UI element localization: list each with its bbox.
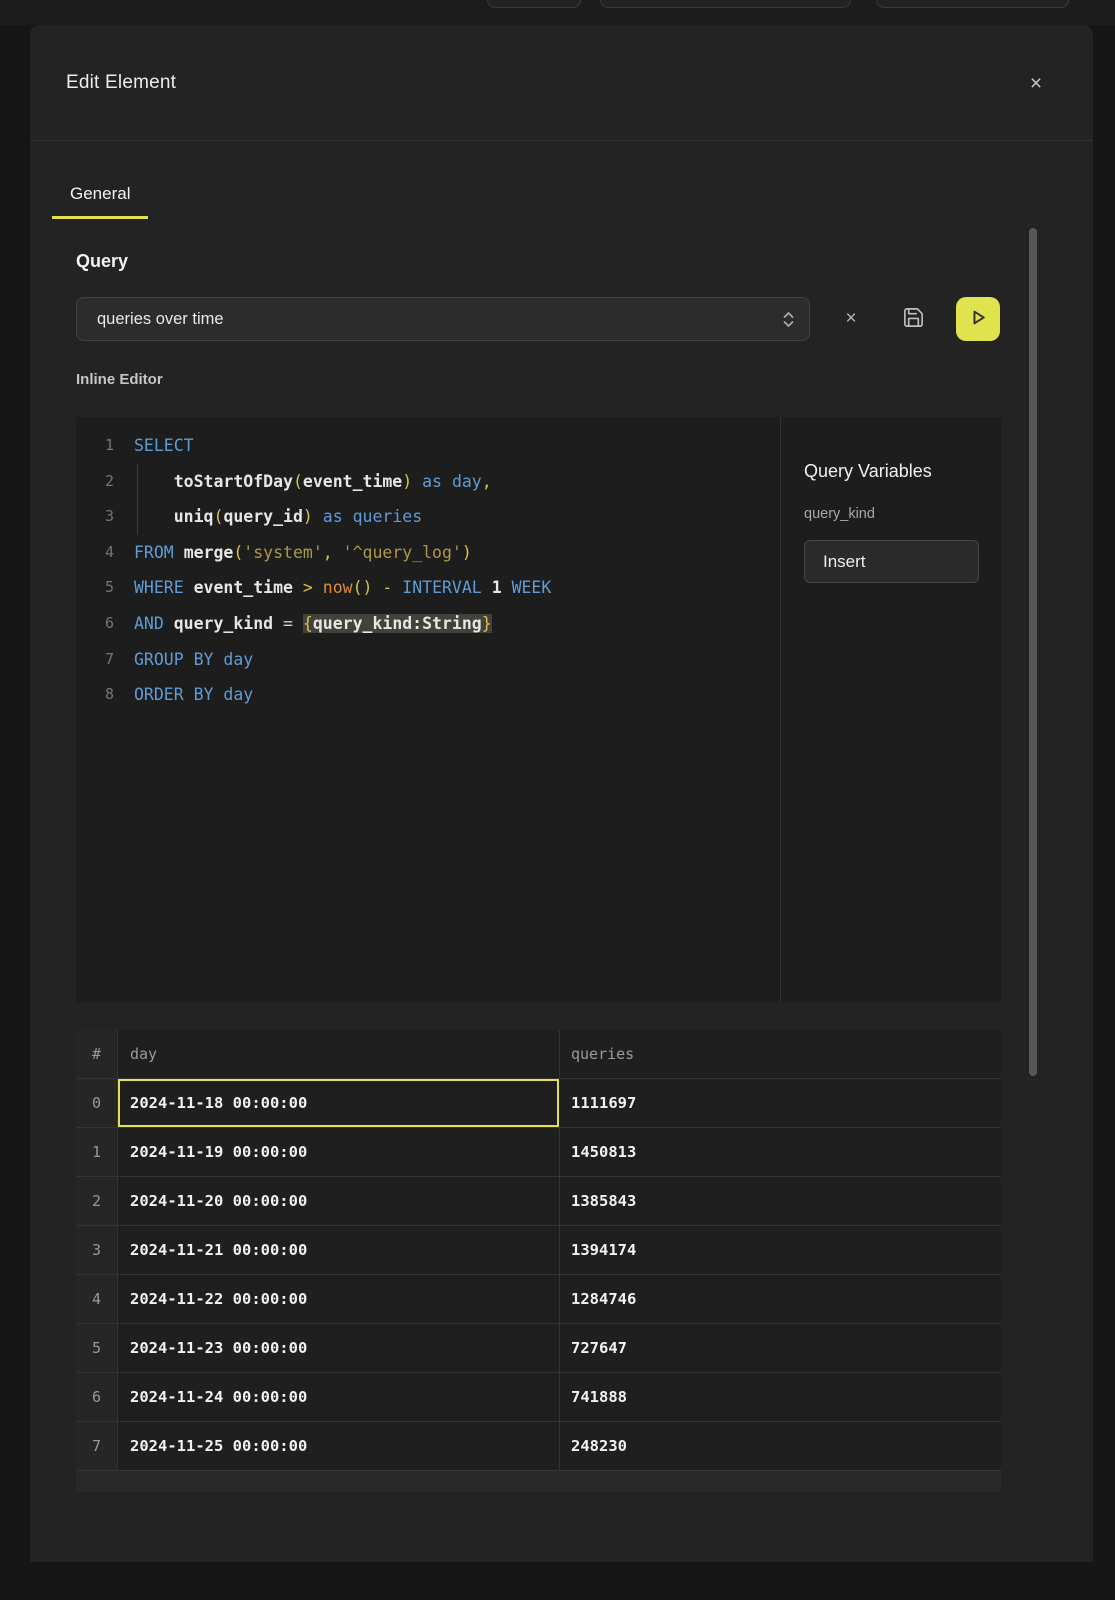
line-number: 8 bbox=[76, 677, 114, 713]
query-select-row: queries over time × bbox=[76, 297, 1001, 341]
day-cell[interactable]: 2024-11-19 00:00:00 bbox=[118, 1128, 560, 1176]
screen: Edit Element × General Query queries ove… bbox=[0, 0, 1115, 1600]
row-index-cell: 3 bbox=[76, 1226, 118, 1274]
save-icon bbox=[902, 306, 925, 332]
queries-cell[interactable]: 1394174 bbox=[560, 1226, 1001, 1274]
background-button-2 bbox=[600, 0, 851, 8]
queries-cell[interactable]: 1385843 bbox=[560, 1177, 1001, 1225]
query-select-value: queries over time bbox=[97, 310, 782, 329]
day-cell[interactable]: 2024-11-22 00:00:00 bbox=[118, 1275, 560, 1323]
sql-editor: 1 SELECT 2 toStartOfDay(event_time) as d… bbox=[76, 417, 1001, 1002]
line-number: 3 bbox=[76, 499, 114, 535]
query-variables-panel: Query Variables query_kind Insert bbox=[780, 417, 1001, 1002]
day-cell[interactable]: 2024-11-21 00:00:00 bbox=[118, 1226, 560, 1274]
line-number: 2 bbox=[76, 464, 114, 500]
code-line: 7 GROUP BY day bbox=[76, 642, 780, 678]
code-text: uniq(query_id) as queries bbox=[134, 499, 422, 535]
save-query-button[interactable] bbox=[899, 305, 927, 333]
queries-cell[interactable]: 1111697 bbox=[560, 1079, 1001, 1127]
table-scroll-track[interactable] bbox=[76, 1470, 1001, 1492]
table-row: 3 2024-11-21 00:00:00 1394174 bbox=[76, 1225, 1001, 1274]
chevron-updown-icon bbox=[782, 310, 795, 329]
row-index-cell: 1 bbox=[76, 1128, 118, 1176]
code-text: toStartOfDay(event_time) as day, bbox=[134, 464, 492, 500]
results-table: # day queries 0 2024-11-18 00:00:00 1111… bbox=[76, 1030, 1001, 1492]
queries-cell[interactable]: 727647 bbox=[560, 1324, 1001, 1372]
code-text: WHERE event_time > now() - INTERVAL 1 WE… bbox=[134, 570, 551, 606]
code-line: 4 FROM merge('system', '^query_log') bbox=[76, 535, 780, 571]
day-cell[interactable]: 2024-11-23 00:00:00 bbox=[118, 1324, 560, 1372]
code-line: 6 AND query_kind = {query_kind:String} bbox=[76, 606, 780, 642]
row-index-cell: 2 bbox=[76, 1177, 118, 1225]
column-header-day: day bbox=[118, 1030, 560, 1078]
column-header-index: # bbox=[76, 1030, 118, 1078]
line-number: 6 bbox=[76, 606, 114, 642]
code-text: SELECT bbox=[134, 428, 194, 464]
queries-cell[interactable]: 741888 bbox=[560, 1373, 1001, 1421]
table-row: 0 2024-11-18 00:00:00 1111697 bbox=[76, 1078, 1001, 1127]
play-icon bbox=[970, 309, 987, 329]
code-text: ORDER BY day bbox=[134, 677, 253, 713]
query-select[interactable]: queries over time bbox=[76, 297, 810, 341]
table-row: 5 2024-11-23 00:00:00 727647 bbox=[76, 1323, 1001, 1372]
day-cell[interactable]: 2024-11-20 00:00:00 bbox=[118, 1177, 560, 1225]
queries-cell[interactable]: 1450813 bbox=[560, 1128, 1001, 1176]
clear-icon: × bbox=[845, 308, 856, 330]
table-row: 6 2024-11-24 00:00:00 741888 bbox=[76, 1372, 1001, 1421]
column-header-queries: queries bbox=[560, 1030, 1001, 1078]
close-icon: × bbox=[1030, 72, 1042, 95]
code-text: FROM merge('system', '^query_log') bbox=[134, 535, 472, 571]
day-cell[interactable]: 2024-11-24 00:00:00 bbox=[118, 1373, 560, 1421]
row-index-cell: 4 bbox=[76, 1275, 118, 1323]
table-row: 2 2024-11-20 00:00:00 1385843 bbox=[76, 1176, 1001, 1225]
code-text: AND query_kind = {query_kind:String} bbox=[134, 606, 492, 642]
table-header-row: # day queries bbox=[76, 1030, 1001, 1078]
insert-variable-button[interactable]: Insert bbox=[804, 540, 979, 583]
query-variables-heading: Query Variables bbox=[804, 461, 979, 482]
day-cell[interactable]: 2024-11-18 00:00:00 bbox=[118, 1079, 560, 1127]
table-body: 0 2024-11-18 00:00:00 1111697 1 2024-11-… bbox=[76, 1078, 1001, 1470]
code-line: 2 toStartOfDay(event_time) as day, bbox=[76, 464, 780, 500]
dialog-scrollbar-thumb[interactable] bbox=[1029, 228, 1037, 1076]
row-index-cell: 7 bbox=[76, 1422, 118, 1470]
code-line: 3 uniq(query_id) as queries bbox=[76, 499, 780, 535]
run-query-button[interactable] bbox=[956, 297, 1000, 341]
close-button[interactable]: × bbox=[1021, 69, 1051, 99]
code-lines: 1 SELECT 2 toStartOfDay(event_time) as d… bbox=[76, 428, 780, 713]
row-index-cell: 0 bbox=[76, 1079, 118, 1127]
variable-name-label: query_kind bbox=[804, 506, 979, 522]
line-number: 7 bbox=[76, 642, 114, 678]
queries-cell[interactable]: 1284746 bbox=[560, 1275, 1001, 1323]
code-text: GROUP BY day bbox=[134, 642, 253, 678]
row-index-cell: 6 bbox=[76, 1373, 118, 1421]
line-number: 5 bbox=[76, 570, 114, 606]
inline-editor-label: Inline Editor bbox=[76, 371, 163, 388]
background-button-1 bbox=[487, 0, 581, 8]
code-line: 1 SELECT bbox=[76, 428, 780, 464]
line-number: 4 bbox=[76, 535, 114, 571]
day-cell[interactable]: 2024-11-25 00:00:00 bbox=[118, 1422, 560, 1470]
code-editor-area[interactable]: 1 SELECT 2 toStartOfDay(event_time) as d… bbox=[76, 417, 780, 1002]
dialog-header: Edit Element × bbox=[30, 25, 1093, 141]
table-row: 4 2024-11-22 00:00:00 1284746 bbox=[76, 1274, 1001, 1323]
row-index-cell: 5 bbox=[76, 1324, 118, 1372]
edit-element-dialog: Edit Element × General Query queries ove… bbox=[30, 25, 1093, 1562]
tab-general[interactable]: General bbox=[52, 181, 148, 219]
query-section-heading: Query bbox=[76, 251, 128, 272]
background-topbar bbox=[0, 0, 1115, 25]
queries-cell[interactable]: 248230 bbox=[560, 1422, 1001, 1470]
clear-query-button[interactable]: × bbox=[837, 305, 865, 333]
background-button-3 bbox=[876, 0, 1069, 8]
code-line: 8 ORDER BY day bbox=[76, 677, 780, 713]
dialog-title: Edit Element bbox=[66, 25, 176, 141]
table-row: 7 2024-11-25 00:00:00 248230 bbox=[76, 1421, 1001, 1470]
code-line: 5 WHERE event_time > now() - INTERVAL 1 … bbox=[76, 570, 780, 606]
line-number: 1 bbox=[76, 428, 114, 464]
table-row: 1 2024-11-19 00:00:00 1450813 bbox=[76, 1127, 1001, 1176]
